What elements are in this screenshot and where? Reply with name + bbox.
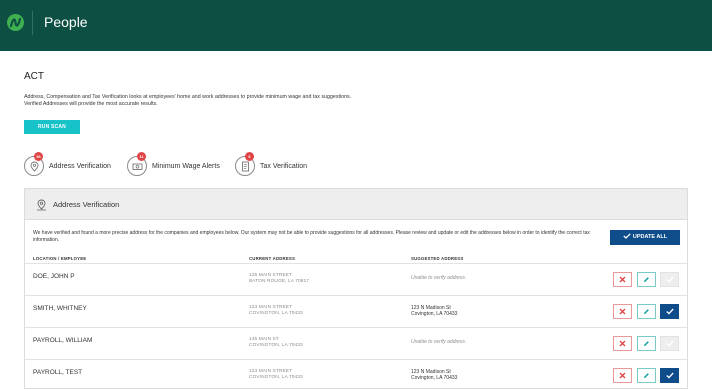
suggested-address: 123 N Madison St Covington, LA 70433: [411, 369, 457, 381]
pencil-icon: [644, 309, 649, 314]
suggested-address: Unable to verify address.: [411, 275, 467, 281]
accept-button[interactable]: [660, 304, 679, 319]
top-bar: People: [0, 0, 712, 51]
panel-note: We have verified and found a more precis…: [33, 230, 590, 243]
panel-header: Address Verification: [25, 189, 687, 220]
table-row: SMITH, WHITNEY 123 MAIN STREET COVINGTON…: [25, 295, 687, 327]
close-icon: [619, 308, 626, 315]
employee-name: DOE, JOHN P: [33, 273, 75, 280]
reject-button[interactable]: [613, 272, 632, 287]
update-all-label: UPDATE ALL: [632, 234, 668, 240]
minimum-wage-icon: 11: [127, 152, 147, 176]
description-line-1: Address, Compensation and Tax Verificati…: [24, 94, 352, 100]
column-header-location: LOCATION / EMPLOYEE: [33, 256, 87, 261]
edit-button[interactable]: [637, 368, 656, 383]
page-title: ACT: [24, 71, 44, 82]
scan-item-address-verification[interactable]: 36 Address Verification: [24, 152, 111, 177]
close-icon: [619, 340, 626, 347]
address-verification-icon: [36, 198, 47, 216]
description-line-2: Verified Addresses will provide the most…: [24, 101, 158, 107]
accept-button[interactable]: [660, 272, 679, 287]
tax-verification-count-badge: 6: [245, 152, 254, 161]
page-description: Address, Compensation and Tax Verificati…: [24, 94, 444, 108]
table-row: PAYROLL, TEST 123 MAIN STREET COVINGTON,…: [25, 359, 687, 389]
current-address-line-2: COVINGTON, LA 70433: [249, 343, 303, 348]
run-scan-button[interactable]: RUN SCAN: [24, 120, 80, 134]
reject-button[interactable]: [613, 368, 632, 383]
employee-name: SMITH, WHITNEY: [33, 305, 87, 312]
page-header-title: People: [44, 14, 88, 30]
current-address-line-2: COVINGTON, LA 70433: [249, 311, 303, 316]
check-icon: [666, 276, 674, 283]
edit-button[interactable]: [637, 336, 656, 351]
scan-item-tax-verification[interactable]: 6 Tax Verification: [235, 152, 308, 177]
edit-button[interactable]: [637, 272, 656, 287]
check-icon: [666, 372, 674, 379]
current-address: 123 MAIN STREET COVINGTON, LA 70433: [249, 305, 303, 317]
address-verification-icon: 36: [24, 152, 44, 176]
reject-button[interactable]: [613, 336, 632, 351]
scan-item-minimum-wage[interactable]: 11 Minimum Wage Alerts: [127, 152, 220, 177]
suggested-address: 123 N Madison St Covington, LA 70433: [411, 305, 457, 317]
nav-logo-icon[interactable]: [7, 14, 24, 31]
accept-button[interactable]: [660, 368, 679, 383]
column-header-suggested-address: SUGGESTED ADDRESS: [411, 256, 464, 261]
minimum-wage-count-badge: 11: [137, 152, 146, 161]
current-address: 145 MAIN ST COVINGTON, LA 70433: [249, 337, 303, 349]
pencil-icon: [644, 373, 649, 378]
topbar-divider: [32, 11, 33, 35]
suggested-address: Unable to verify address.: [411, 339, 467, 345]
check-icon: [623, 233, 631, 239]
check-icon: [666, 340, 674, 347]
edit-button[interactable]: [637, 304, 656, 319]
tax-verification-icon: 6: [235, 152, 255, 176]
address-verification-panel: Address Verification We have verified an…: [24, 188, 688, 389]
current-address-line-2: BATON ROUGE, LA 70817: [249, 279, 310, 284]
table-row: PAYROLL, WILLIAM 145 MAIN ST COVINGTON, …: [25, 327, 687, 359]
suggested-address-line-2: Covington, LA 70433: [411, 375, 458, 381]
address-verification-count-badge: 36: [34, 152, 43, 161]
employee-name: PAYROLL, WILLIAM: [33, 337, 93, 344]
pencil-icon: [644, 341, 649, 346]
close-icon: [619, 276, 626, 283]
panel-title: Address Verification: [53, 200, 120, 209]
scan-label: Address Verification: [49, 162, 111, 170]
reject-button[interactable]: [613, 304, 632, 319]
current-address: 125 MAIN STREET BATON ROUGE, LA 70817: [249, 273, 309, 285]
current-address: 123 MAIN STREET COVINGTON, LA 70433: [249, 369, 303, 381]
scan-label: Tax Verification: [260, 162, 308, 170]
update-all-button[interactable]: UPDATE ALL: [610, 230, 680, 245]
column-header-current-address: CURRENT ADDRESS: [249, 256, 296, 261]
scan-label: Minimum Wage Alerts: [152, 162, 220, 170]
employee-name: PAYROLL, TEST: [33, 369, 83, 376]
current-address-line-2: COVINGTON, LA 70433: [249, 375, 303, 380]
check-icon: [666, 308, 674, 315]
table-row: DOE, JOHN P 125 MAIN STREET BATON ROUGE,…: [25, 263, 687, 295]
accept-button[interactable]: [660, 336, 679, 351]
suggested-address-line-2: Covington, LA 70433: [411, 311, 458, 317]
pencil-icon: [644, 277, 649, 282]
close-icon: [619, 372, 626, 379]
